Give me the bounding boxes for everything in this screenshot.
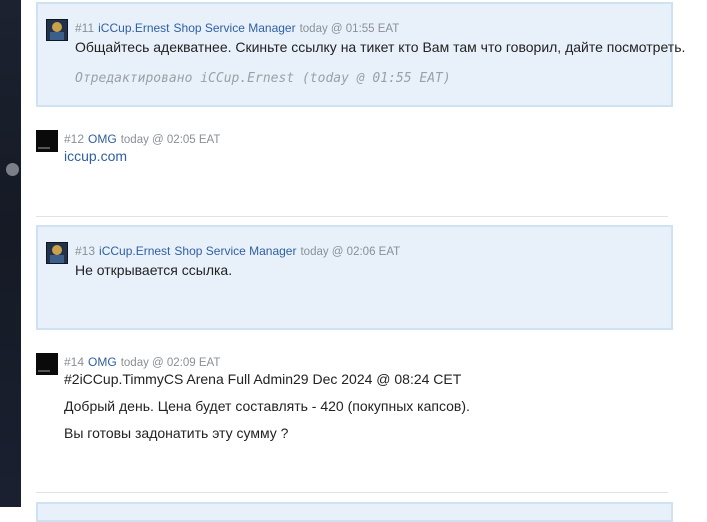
thread-content: #11 iCCup.Ernest Shop Service Manager today… [21,0,707,522]
page-background-left [0,0,21,507]
edited-note: Отредактировано iCCup.Ernest (today @ 01… [75,71,451,86]
author-role: Shop Service Manager [174,244,297,258]
post-next [36,502,673,522]
post-time: today @ 01:55 EAT [299,23,400,35]
post-meta: #14 OMG today @ 02:09 EAT [64,355,220,369]
post-body-line: Добрый день. Цена будет составлять - 420… [64,398,470,414]
post-link[interactable]: iccup.com [64,148,127,164]
quote-header: #2iCCup.TimmyCS Arena Full Admin29 Dec 2… [64,371,462,387]
author-link[interactable]: iCCup.Ernest [98,21,169,35]
avatar[interactable] [46,242,68,264]
post-meta: #11 iCCup.Ernest Shop Service Manager today… [75,21,399,35]
post-body-line: Вы готовы задонатить эту сумму ? [64,425,289,441]
avatar[interactable] [46,19,68,41]
avatar[interactable] [36,130,58,152]
post-divider [36,216,668,217]
post-number[interactable]: #13 [75,244,95,258]
post-body: Не открывается ссылка. [75,262,233,278]
post-time: today @ 02:05 EAT [120,134,221,146]
author-role: Shop Service Manager [173,21,296,35]
post-number[interactable]: #11 [75,21,94,35]
post-number[interactable]: #12 [64,132,84,146]
post-number[interactable]: #14 [64,355,84,369]
post-time: today @ 02:09 EAT [120,357,221,369]
author-link[interactable]: iCCup.Ernest [99,244,170,258]
post-time: today @ 02:06 EAT [300,246,401,258]
post-14: #14 OMG today @ 02:09 EAT #2iCCup.TimmyCS … [36,343,673,483]
avatar[interactable] [36,353,58,375]
scroll-indicator-dot[interactable] [6,163,19,176]
post-divider [36,492,668,493]
post-meta: #12 OMG today @ 02:05 EAT [64,132,220,146]
author-link[interactable]: OMG [88,355,117,369]
post-body: Общайтесь адекватнее. Скиньте ссылку на … [75,39,686,55]
post-meta: #13 iCCup.Ernest Shop Service Manager today… [75,244,400,258]
author-link[interactable]: OMG [88,132,117,146]
post-11: #11 iCCup.Ernest Shop Service Manager today… [36,2,685,107]
post-13: #13 iCCup.Ernest Shop Service Manager today… [36,225,673,330]
post-12: #12 OMG today @ 02:05 EAT iccup.com [36,120,673,210]
